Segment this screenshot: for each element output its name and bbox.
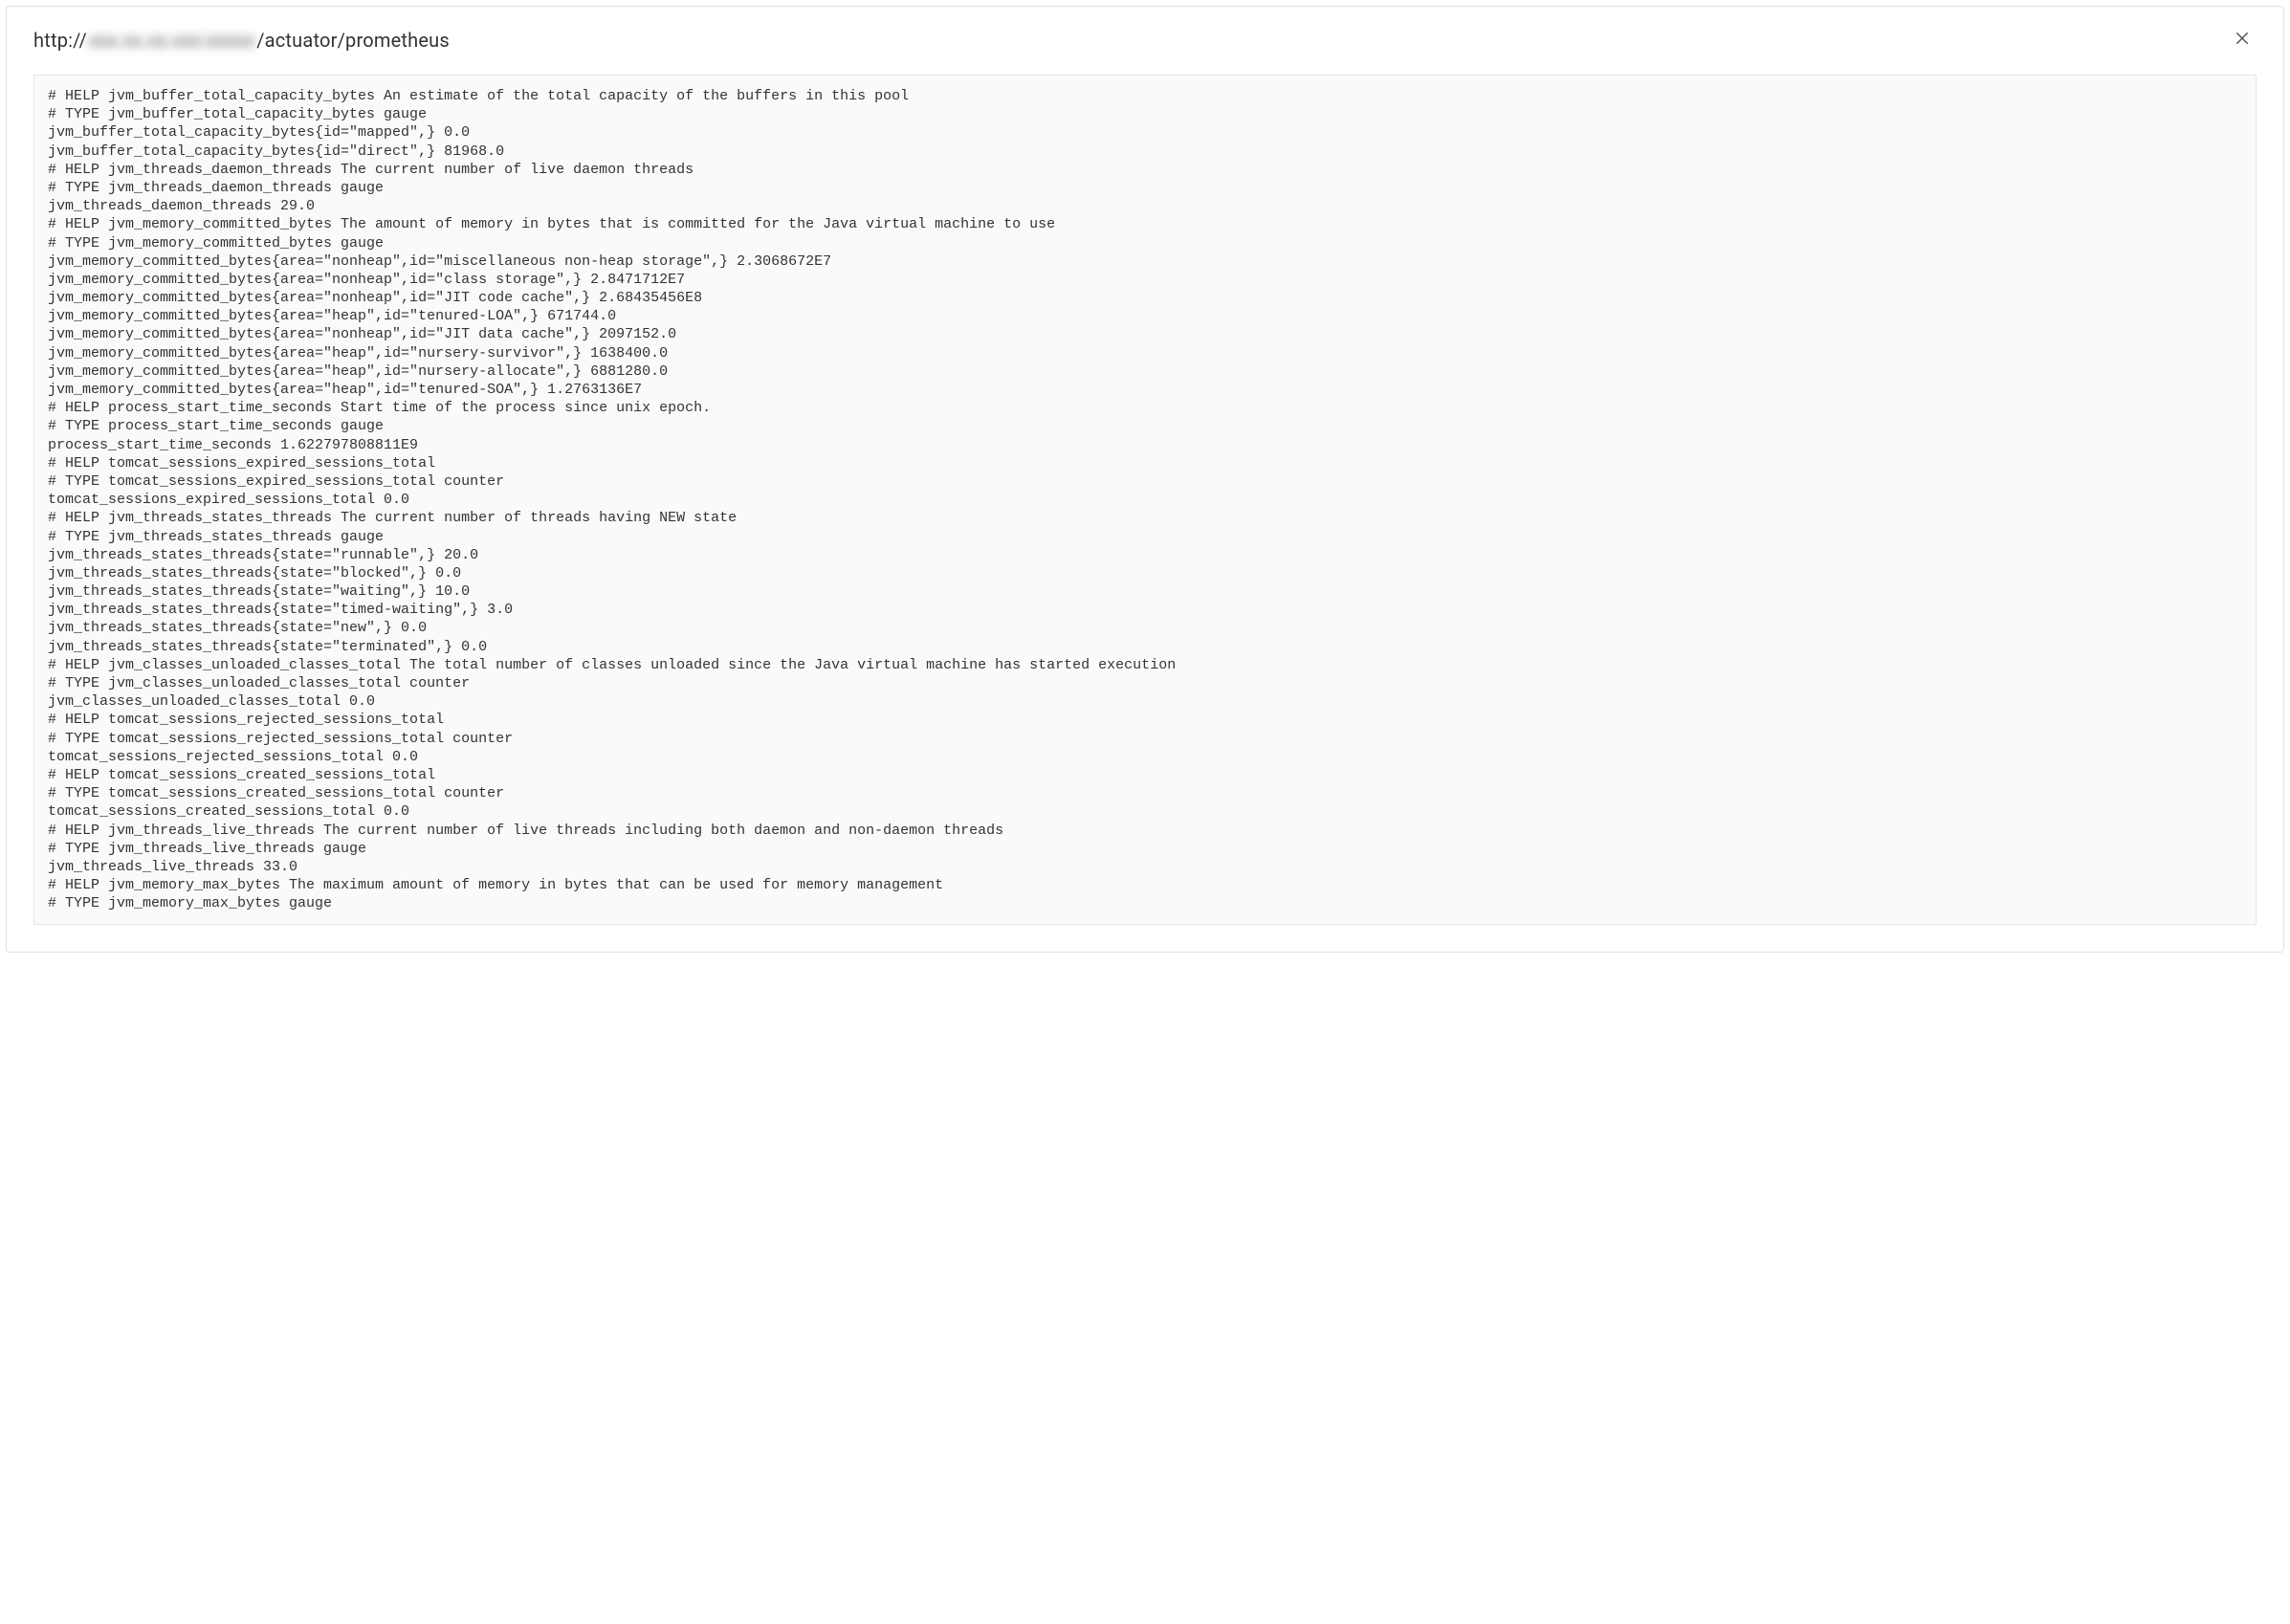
url-host-obscured: xxx.xx.xx.xxx:xxxxx — [87, 29, 256, 52]
url-path: /actuator/prometheus — [256, 29, 450, 52]
close-icon — [2234, 30, 2251, 50]
prometheus-metrics-text: # HELP jvm_buffer_total_capacity_bytes A… — [48, 87, 2242, 912]
response-body-panel[interactable]: # HELP jvm_buffer_total_capacity_bytes A… — [33, 75, 2257, 925]
url-scheme: http:// — [33, 29, 87, 52]
modal-container: http:// xxx.xx.xx.xxx:xxxxx /actuator/pr… — [6, 6, 2284, 953]
modal-header: http:// xxx.xx.xx.xxx:xxxxx /actuator/pr… — [7, 7, 2283, 75]
close-button[interactable] — [2228, 24, 2257, 55]
url-display: http:// xxx.xx.xx.xxx:xxxxx /actuator/pr… — [33, 29, 450, 52]
